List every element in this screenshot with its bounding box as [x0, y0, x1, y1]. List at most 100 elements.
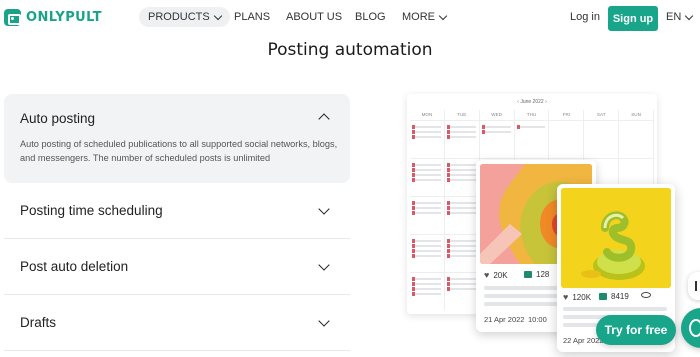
- scheduled-post-marker: [412, 244, 441, 248]
- comment-icon: [524, 271, 532, 278]
- scheduled-post-marker: [412, 249, 441, 253]
- calendar-month: ‹ June 2022 ›: [517, 99, 547, 105]
- calendar-day-cell: [410, 159, 445, 196]
- section-title: Posting automation: [267, 40, 433, 60]
- weekday-label: SAT: [584, 110, 620, 120]
- accordion-item-auto-posting[interactable]: Auto posting Auto posting of scheduled p…: [4, 94, 350, 183]
- scheduled-post-marker: [446, 206, 476, 210]
- scheduled-post-marker: [412, 254, 441, 258]
- chevron-down-icon: [685, 11, 694, 20]
- calendar-day-cell: [480, 121, 515, 158]
- chevron-down-icon: [318, 259, 330, 271]
- scheduled-post-marker: [412, 168, 441, 172]
- scheduled-post-marker: [446, 173, 476, 177]
- calendar-day-cell: [619, 121, 655, 158]
- chevron-up-icon: [318, 113, 330, 125]
- scheduled-post-marker: [446, 282, 476, 286]
- heart-icon: ♥: [484, 270, 490, 280]
- calendar-day-cell: [445, 159, 480, 196]
- accordion-item-drafts[interactable]: Drafts: [4, 295, 350, 351]
- nav-blog[interactable]: BLOG: [355, 11, 386, 23]
- nav-more-label: MORE: [402, 11, 435, 23]
- scheduled-post-marker: [446, 244, 476, 248]
- calendar-day-cell: [410, 197, 445, 234]
- weekday-label: WED: [480, 110, 515, 120]
- nav-about-label: ABOUT US: [286, 11, 343, 23]
- accordion-description: Auto posting of scheduled publications t…: [20, 139, 338, 163]
- accordion-title: Post auto deletion: [20, 259, 129, 274]
- scheduled-post-marker: [412, 277, 441, 281]
- post-time: 10:00: [528, 315, 547, 324]
- likes-stat: ♥ 120K: [563, 292, 591, 302]
- chevron-down-icon: [318, 203, 330, 215]
- calendar-day-cell: [410, 121, 445, 158]
- calendar-day-cell: [445, 235, 480, 272]
- chevron-down-icon: [213, 11, 222, 20]
- scheduled-post-marker: [412, 178, 441, 182]
- chat-widget-button[interactable]: [681, 308, 700, 348]
- accordion-item-post-auto-deletion[interactable]: Post auto deletion: [4, 239, 350, 295]
- views-stat: [641, 292, 651, 298]
- try-for-free-label: Try for free: [604, 323, 668, 337]
- scheduled-post-marker: [412, 163, 441, 167]
- nav-more[interactable]: MORE: [402, 11, 448, 23]
- scheduled-post-marker: [446, 277, 476, 281]
- scheduled-post-marker: [446, 168, 476, 172]
- scheduled-post-marker: [481, 125, 511, 129]
- calendar-day-cell: [445, 121, 480, 158]
- chevron-down-icon: [318, 315, 330, 327]
- scheduled-post-marker: [446, 178, 476, 182]
- scheduled-post-marker: [446, 125, 476, 129]
- calendar-day-cell: [515, 121, 550, 158]
- weekday-label: MON: [410, 110, 445, 120]
- comments-count: 128: [536, 270, 550, 279]
- scheduled-post-marker: [446, 135, 476, 139]
- scheduled-post-marker: [412, 239, 441, 243]
- post-date: 21 Apr 2022: [484, 315, 525, 324]
- nav-plans-label: PLANS: [234, 11, 271, 23]
- comments-count: 8419: [611, 292, 629, 301]
- calendar-day-cell: [549, 121, 585, 158]
- nav-blog-label: BLOG: [355, 11, 386, 23]
- scheduled-post-marker: [412, 135, 441, 139]
- scheduled-post-marker: [412, 125, 441, 129]
- login-link[interactable]: Log in: [570, 11, 600, 23]
- accordion-item-posting-time-scheduling[interactable]: Posting time scheduling: [4, 183, 350, 239]
- signup-label: Sign up: [612, 12, 654, 25]
- nav-about[interactable]: ABOUT US: [286, 11, 342, 23]
- likes-stat: ♥ 20K: [484, 270, 508, 280]
- nav-products[interactable]: PRODUCTS: [139, 7, 230, 27]
- calendar-weekdays: MON TUE WED THU FRI SAT SUN: [410, 110, 655, 120]
- post-image-lime: [561, 188, 671, 288]
- scheduled-post-marker: [446, 211, 476, 215]
- signup-button[interactable]: Sign up: [608, 6, 658, 31]
- scheduled-post-marker: [412, 292, 441, 296]
- calendar-day-cell: [445, 273, 480, 310]
- lime-fruit-icon: [561, 188, 671, 288]
- likes-count: 20K: [493, 270, 508, 280]
- scheduled-post-marker: [446, 130, 476, 134]
- comment-icon: [599, 293, 607, 300]
- caption-placeholder: [484, 294, 564, 298]
- logo-text: ONLYPULT: [26, 10, 102, 25]
- heart-icon: ♥: [563, 292, 569, 302]
- eye-icon: [641, 292, 651, 298]
- scheduled-post-marker: [412, 206, 441, 210]
- language-selector[interactable]: EN: [666, 11, 694, 23]
- scheduled-post-marker: [412, 287, 441, 291]
- try-for-free-button[interactable]: Try for free: [596, 315, 676, 345]
- scheduled-post-marker: [412, 173, 441, 177]
- weekday-label: FRI: [549, 110, 585, 120]
- logo-icon: [4, 9, 21, 26]
- scroll-handle[interactable]: [688, 272, 700, 300]
- comments-stat: 128: [524, 270, 549, 279]
- nav-products-label: PRODUCTS: [148, 11, 210, 23]
- accordion-title: Drafts: [20, 315, 57, 330]
- nav-plans[interactable]: PLANS: [234, 11, 270, 23]
- scheduled-post-marker: [446, 201, 476, 205]
- scheduled-post-marker: [446, 287, 476, 291]
- logo[interactable]: ONLYPULT: [4, 9, 102, 26]
- likes-count: 120K: [572, 292, 592, 302]
- weekday-label: THU: [515, 110, 550, 120]
- scheduled-post-marker: [446, 163, 476, 167]
